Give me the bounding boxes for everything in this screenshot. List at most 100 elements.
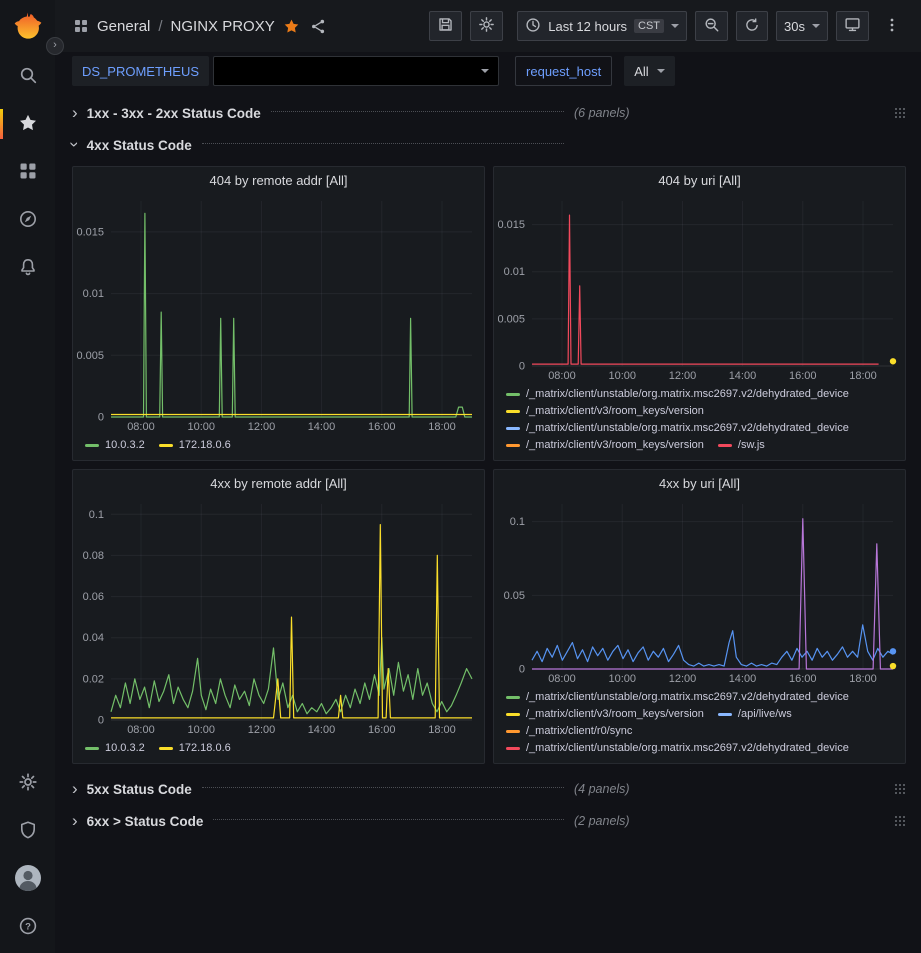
navbar-actions: Last 12 hours CST 30s bbox=[429, 11, 907, 41]
sidebar-expand-button[interactable]: › bbox=[46, 37, 64, 55]
panel-title[interactable]: 404 by remote addr [All] bbox=[73, 167, 484, 194]
panel-4xx-by-remote-addr: 4xx by remote addr [All] 00.020.040.060.… bbox=[72, 469, 485, 764]
breadcrumb-folder[interactable]: General bbox=[97, 18, 150, 35]
legend-item[interactable]: /_matrix/client/unstable/org.matrix.msc2… bbox=[506, 386, 849, 403]
legend-item[interactable]: /_matrix/client/unstable/org.matrix.msc2… bbox=[506, 689, 849, 706]
save-dashboard-button[interactable] bbox=[429, 11, 462, 41]
search-icon bbox=[18, 65, 38, 88]
legend-swatch bbox=[718, 444, 732, 447]
legend-label: /_matrix/client/unstable/org.matrix.msc2… bbox=[526, 689, 849, 706]
dashboard-settings-button[interactable] bbox=[470, 11, 503, 41]
x-tick-label: 14:00 bbox=[729, 673, 757, 685]
legend-label: 10.0.3.2 bbox=[105, 437, 145, 454]
chevron-down-icon bbox=[657, 69, 665, 73]
row-dotted-leader bbox=[271, 111, 564, 112]
legend-swatch bbox=[506, 730, 520, 733]
timeseries-chart[interactable]: 00.020.040.060.080.108:0010:0012:0014:00… bbox=[73, 497, 484, 738]
row-header-group: › 4xx Status Code bbox=[72, 137, 564, 154]
dashboard-canvas: › 1xx - 3xx - 2xx Status Code (6 panels)… bbox=[55, 90, 921, 953]
panel-legend: 10.0.3.2 172.18.0.6 bbox=[73, 435, 484, 460]
x-tick-label: 16:00 bbox=[368, 724, 396, 736]
zoom-out-icon bbox=[703, 16, 720, 36]
y-tick-label: 0.06 bbox=[83, 591, 104, 603]
row-header-group: › 5xx Status Code bbox=[72, 781, 564, 798]
x-tick-label: 16:00 bbox=[789, 370, 817, 382]
sidebar-bottom-menu: ? bbox=[0, 759, 55, 953]
series-point-marker bbox=[890, 663, 896, 669]
row-5xx-status-code[interactable]: › 5xx Status Code (4 panels) bbox=[72, 774, 906, 804]
legend-swatch bbox=[506, 393, 520, 396]
legend-item[interactable]: /_matrix/client/v3/room_keys/version bbox=[506, 403, 704, 420]
zoom-out-button[interactable] bbox=[695, 11, 728, 41]
legend-item[interactable]: /_matrix/client/v3/room_keys/version bbox=[506, 437, 704, 454]
sidebar-item-starred[interactable] bbox=[0, 100, 55, 148]
x-tick-label: 18:00 bbox=[428, 724, 456, 736]
y-tick-label: 0.005 bbox=[497, 313, 525, 325]
row-drag-handle[interactable] bbox=[894, 107, 906, 119]
sidebar-item-server-admin[interactable] bbox=[0, 807, 55, 855]
breadcrumb: General / NGINX PROXY bbox=[73, 18, 327, 35]
x-tick-label: 10:00 bbox=[608, 370, 636, 382]
share-icon[interactable] bbox=[310, 18, 327, 35]
panel-title[interactable]: 4xx by uri [All] bbox=[494, 470, 905, 497]
help-icon: ? bbox=[18, 916, 38, 939]
panel-title[interactable]: 404 by uri [All] bbox=[494, 167, 905, 194]
y-tick-label: 0.04 bbox=[83, 632, 104, 644]
legend-item[interactable]: 172.18.0.6 bbox=[159, 740, 231, 757]
legend-item[interactable]: 172.18.0.6 bbox=[159, 437, 231, 454]
legend-label: /sw.js bbox=[738, 437, 765, 454]
legend-item[interactable]: /_matrix/client/unstable/org.matrix.msc2… bbox=[506, 420, 849, 437]
legend-item[interactable]: 10.0.3.2 bbox=[85, 437, 145, 454]
variable-datasource-select[interactable] bbox=[213, 56, 499, 86]
row-dotted-leader bbox=[202, 787, 564, 788]
monitor-icon bbox=[844, 16, 861, 36]
variable-request-host-label[interactable]: request_host bbox=[515, 56, 612, 86]
row-6xx-status-code[interactable]: › 6xx > Status Code (2 panels) bbox=[72, 806, 906, 836]
legend-item[interactable]: /sw.js bbox=[718, 437, 765, 454]
time-range-picker[interactable]: Last 12 hours CST bbox=[517, 11, 687, 41]
timeseries-chart[interactable]: 00.0050.010.01508:0010:0012:0014:0016:00… bbox=[494, 194, 905, 384]
sidebar-item-search[interactable] bbox=[0, 52, 55, 100]
legend-item[interactable]: /_matrix/client/v3/room_keys/version bbox=[506, 706, 704, 723]
chart-svg: 00.020.040.060.080.108:0010:0012:0014:00… bbox=[73, 497, 484, 738]
legend-label: /_matrix/client/v3/room_keys/version bbox=[526, 403, 704, 420]
variable-datasource-label[interactable]: DS_PROMETHEUS bbox=[72, 56, 209, 86]
series-line bbox=[532, 215, 879, 364]
legend-item[interactable]: 10.0.3.2 bbox=[85, 740, 145, 757]
save-icon bbox=[437, 16, 454, 36]
chevron-right-icon: › bbox=[72, 780, 78, 797]
row-drag-handle[interactable] bbox=[894, 815, 906, 827]
row-header-group: › 1xx - 3xx - 2xx Status Code bbox=[72, 105, 564, 122]
row-1xx-3xx-2xx-status-code[interactable]: › 1xx - 3xx - 2xx Status Code (6 panels) bbox=[72, 98, 906, 128]
dashboard-title[interactable]: NGINX PROXY bbox=[171, 18, 275, 35]
chevron-down-icon bbox=[671, 24, 679, 28]
sidebar-item-help[interactable]: ? bbox=[0, 903, 55, 951]
row-drag-handle[interactable] bbox=[894, 783, 906, 795]
variable-request-host-select[interactable]: All bbox=[624, 56, 674, 86]
top-navbar: General / NGINX PROXY bbox=[55, 0, 921, 52]
legend-item[interactable]: /_matrix/client/r0/sync bbox=[506, 723, 632, 740]
sidebar-item-explore[interactable] bbox=[0, 196, 55, 244]
row-4xx-status-code[interactable]: › 4xx Status Code bbox=[72, 130, 906, 160]
row-dotted-leader bbox=[213, 819, 564, 820]
legend-label: /_matrix/client/v3/room_keys/version bbox=[526, 706, 704, 723]
favorite-star-icon[interactable] bbox=[283, 18, 300, 35]
timeseries-chart[interactable]: 00.050.108:0010:0012:0014:0016:0018:00 bbox=[494, 497, 905, 687]
timeseries-chart[interactable]: 00.0050.010.01508:0010:0012:0014:0016:00… bbox=[73, 194, 484, 435]
refresh-button[interactable] bbox=[736, 11, 768, 41]
legend-item[interactable]: /_matrix/client/unstable/org.matrix.msc2… bbox=[506, 740, 849, 757]
refresh-interval-picker[interactable]: 30s bbox=[776, 11, 828, 41]
sidebar-item-dashboards[interactable] bbox=[0, 148, 55, 196]
x-tick-label: 10:00 bbox=[187, 724, 215, 736]
tv-mode-button[interactable] bbox=[836, 11, 869, 41]
legend-item[interactable]: /api/live/ws bbox=[718, 706, 792, 723]
sidebar-item-profile[interactable] bbox=[0, 855, 55, 903]
more-options-button[interactable] bbox=[877, 11, 907, 41]
panel-title[interactable]: 4xx by remote addr [All] bbox=[73, 470, 484, 497]
x-tick-label: 16:00 bbox=[789, 673, 817, 685]
sidebar-item-alerting[interactable] bbox=[0, 244, 55, 292]
sidebar-item-configuration[interactable] bbox=[0, 759, 55, 807]
sidebar: ? › bbox=[0, 0, 55, 953]
request-host-value: All bbox=[634, 64, 648, 79]
legend-label: /_matrix/client/unstable/org.matrix.msc2… bbox=[526, 420, 849, 437]
